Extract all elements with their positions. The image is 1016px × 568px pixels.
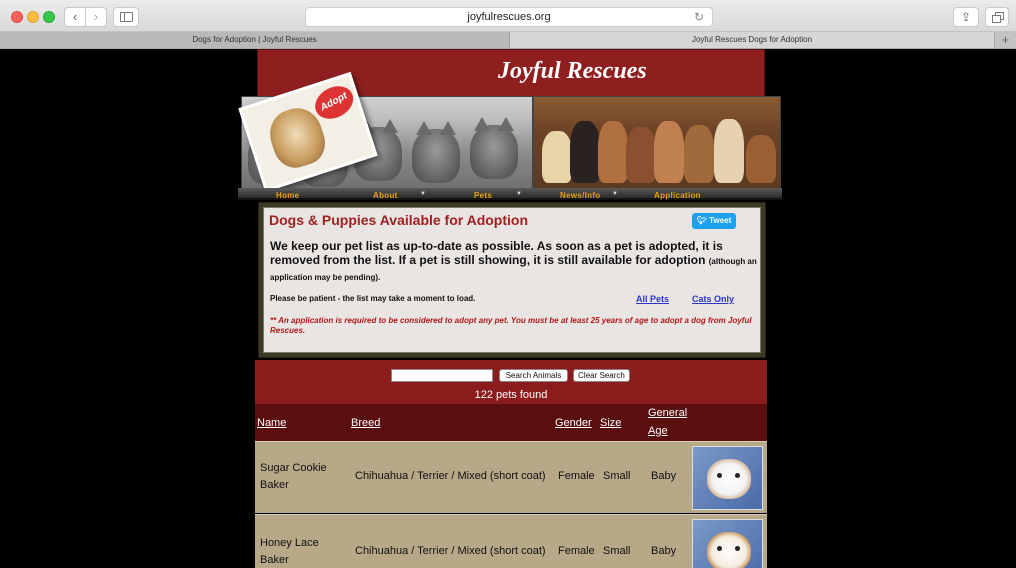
pet-name-line1[interactable]: Sugar Cookie xyxy=(260,461,327,476)
menu-item-news-info[interactable]: News/Info xyxy=(560,191,600,200)
menu-item-about[interactable]: About xyxy=(373,191,398,200)
reload-icon[interactable]: ↻ xyxy=(694,8,704,26)
tab-bar: Dogs for Adoption | Joyful Rescues Joyfu… xyxy=(0,32,1016,49)
sidebar-icon[interactable] xyxy=(113,7,139,27)
column-header-age[interactable]: Age xyxy=(648,425,668,437)
all-pets-link[interactable]: All Pets xyxy=(636,294,669,304)
pet-photo[interactable] xyxy=(692,446,763,510)
url-text: joyfulrescues.org xyxy=(467,11,551,23)
new-tab-icon[interactable]: + xyxy=(994,32,1016,48)
intro-panel: Dogs & Puppies Available for Adoption 🐦︎… xyxy=(258,202,766,358)
page-title: Dogs & Puppies Available for Adoption xyxy=(269,212,529,228)
menu-item-home[interactable]: Home xyxy=(276,191,299,200)
clear-search-button[interactable]: Clear Search xyxy=(573,369,630,382)
pet-gender: Female xyxy=(558,470,595,482)
chevron-down-icon: ▼ xyxy=(516,191,522,197)
menu-item-application[interactable]: Application xyxy=(654,191,701,200)
tab-joyful-rescues[interactable]: Joyful Rescues Dogs for Adoption xyxy=(510,32,994,48)
table-row[interactable]: Honey Lace Baker Chihuahua / Terrier / M… xyxy=(255,514,767,568)
chevron-down-icon: ▼ xyxy=(612,191,618,197)
pet-size: Small xyxy=(603,545,631,557)
browser-toolbar: ‹ › joyfulrescues.org ↻ ⇪ xyxy=(0,0,1016,32)
search-section: Search Animals Clear Search 122 pets fou… xyxy=(255,360,767,408)
pet-gender: Female xyxy=(558,545,595,557)
pet-breed: Chihuahua / Terrier / Mixed (short coat) xyxy=(355,545,546,557)
forward-icon[interactable]: › xyxy=(85,7,107,27)
twitter-icon: 🐦︎ xyxy=(696,216,707,225)
banner-image: Adopt xyxy=(238,71,781,193)
page-content: Joyful Rescues Adopt Home About ▼ Pets ▼… xyxy=(0,49,1016,568)
pet-name-line2[interactable]: Baker xyxy=(260,553,289,568)
tweet-button[interactable]: 🐦︎ Tweet xyxy=(692,213,736,229)
pet-age: Baby xyxy=(651,545,677,557)
share-icon[interactable]: ⇪ xyxy=(953,7,979,27)
back-icon[interactable]: ‹ xyxy=(64,7,86,27)
search-input[interactable] xyxy=(391,369,493,382)
zoom-window-button[interactable] xyxy=(43,11,55,23)
patience-note: Please be patient - the list may take a … xyxy=(270,294,476,303)
column-header-breed[interactable]: Breed xyxy=(351,417,380,429)
address-bar[interactable]: joyfulrescues.org ↻ xyxy=(305,7,713,27)
pet-name-line2[interactable]: Baker xyxy=(260,478,289,493)
pet-age: Baby xyxy=(651,470,677,482)
search-animals-button[interactable]: Search Animals xyxy=(499,369,568,382)
pet-name-line1[interactable]: Honey Lace xyxy=(260,536,319,551)
pet-breed: Chihuahua / Terrier / Mixed (short coat) xyxy=(355,470,546,482)
dogs-photo xyxy=(533,96,781,190)
intro-text: We keep our pet list as up-to-date as po… xyxy=(270,239,758,285)
cats-only-link[interactable]: Cats Only xyxy=(692,294,734,304)
column-header-size[interactable]: Size xyxy=(600,417,621,429)
chevron-down-icon: ▼ xyxy=(420,191,426,197)
tweet-label: Tweet xyxy=(709,216,732,225)
column-header-name[interactable]: Name xyxy=(257,417,286,429)
main-menu: Home About ▼ Pets ▼ News/Info ▼ Applicat… xyxy=(238,188,782,200)
pet-size: Small xyxy=(603,470,631,482)
intro-panel-inner: Dogs & Puppies Available for Adoption 🐦︎… xyxy=(263,207,761,353)
menu-item-pets[interactable]: Pets xyxy=(474,191,492,200)
site-title[interactable]: Joyful Rescues xyxy=(498,58,647,85)
close-window-button[interactable] xyxy=(11,11,23,23)
column-header-gender[interactable]: Gender xyxy=(555,417,592,429)
minimize-window-button[interactable] xyxy=(27,11,39,23)
column-header-general[interactable]: General xyxy=(648,407,687,419)
table-header: Name Breed Gender Size General Age xyxy=(255,404,767,441)
intro-main-text: We keep our pet list as up-to-date as po… xyxy=(270,239,723,267)
results-count: 122 pets found xyxy=(474,389,548,401)
table-row[interactable]: Sugar Cookie Baker Chihuahua / Terrier /… xyxy=(255,441,767,513)
pet-photo[interactable] xyxy=(692,519,763,568)
tabs-overview-icon[interactable] xyxy=(985,7,1009,27)
tab-dogs-for-adoption[interactable]: Dogs for Adoption | Joyful Rescues xyxy=(0,32,510,48)
application-note: ** An application is required to be cons… xyxy=(270,316,752,335)
